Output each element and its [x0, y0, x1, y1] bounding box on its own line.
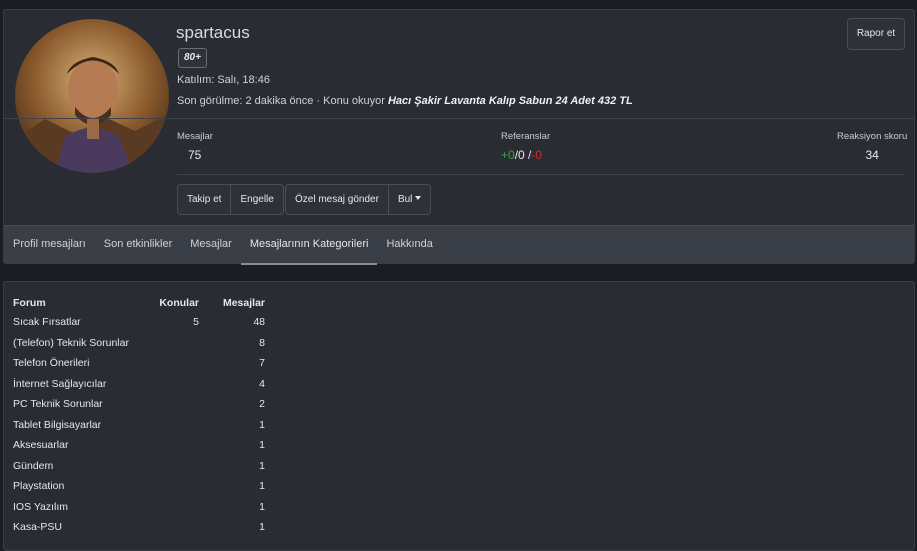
message-count: 48 — [253, 316, 265, 329]
thread-count — [150, 517, 199, 538]
tab-postings[interactable]: Mesajlar — [181, 226, 241, 263]
forum-name[interactable]: Kasa-PSU — [13, 517, 150, 538]
references-positive: +0 — [501, 148, 515, 162]
forum-stats-card: Forum Konular Mesajlar Sıcak Fırsatlar 5 4… — [3, 281, 915, 551]
chevron-down-icon — [415, 196, 422, 200]
follow-button[interactable]: Takip et — [178, 185, 230, 214]
table-header-row: Forum Konular Mesajlar — [13, 293, 265, 312]
forum-name[interactable]: İnternet Sağlayıcılar — [13, 374, 150, 395]
private-message-button[interactable]: Özel mesaj gönder — [286, 185, 388, 214]
divider — [177, 174, 905, 175]
stat-reaction-score: Reaksiyon skoru 34 — [837, 131, 907, 162]
message-count: 8 — [259, 336, 265, 349]
stat-references: Referanslar +0/0 /-0 — [501, 131, 550, 162]
forum-name[interactable]: Telefon Önerileri — [13, 353, 150, 374]
forum-name[interactable]: Sıcak Fırsatlar — [13, 312, 150, 333]
message-count: 1 — [259, 480, 265, 493]
find-label: Bul — [397, 194, 413, 205]
joined-date: Katılım: Salı, 18:46 — [177, 74, 270, 86]
divider — [4, 118, 914, 119]
tab-latest-activity[interactable]: Son etkinlikler — [95, 226, 181, 263]
table-row: Aksesuarlar 1 — [13, 435, 265, 456]
forum-name[interactable]: Gündem — [13, 456, 150, 477]
table-row: Playstation 1 — [13, 476, 265, 497]
block-button[interactable]: Engelle — [230, 185, 282, 214]
forum-stats-table: Forum Konular Mesajlar Sıcak Fırsatlar 5 4… — [13, 293, 265, 538]
tab-post-categories[interactable]: Mesajlarının Kategorileri — [240, 226, 378, 265]
thread-count — [150, 374, 199, 395]
table-row: IOS Yazılım 1 — [13, 497, 265, 518]
message-find-group: Özel mesaj gönder Bul — [285, 184, 432, 215]
message-count: 1 — [259, 459, 265, 472]
profile-tabs: Profil mesajları Son etkinlikler Mesajla… — [4, 225, 914, 265]
stat-messages: Mesajlar 75 — [177, 131, 213, 162]
thread-count — [150, 476, 199, 497]
avatar-image — [15, 19, 169, 173]
message-count: 1 — [259, 439, 265, 452]
column-header-threads: Konular — [159, 296, 199, 309]
forum-name[interactable]: Tablet Bilgisayarlar — [13, 415, 150, 436]
message-count: 2 — [259, 398, 265, 411]
table-row: (Telefon) Teknik Sorunlar 8 — [13, 333, 265, 354]
thread-count — [150, 394, 199, 415]
table-row: Kasa-PSU 1 — [13, 517, 265, 538]
thread-count — [150, 333, 199, 354]
find-dropdown-button[interactable]: Bul — [387, 185, 430, 214]
references-neutral: /0 / — [514, 148, 532, 162]
tab-profile-posts[interactable]: Profil mesajları — [4, 226, 95, 263]
message-count: 1 — [259, 500, 265, 513]
stat-reaction-value: 34 — [865, 148, 879, 162]
message-count: 1 — [259, 418, 265, 431]
table-row: Sıcak Fırsatlar 5 48 — [13, 312, 265, 333]
table-row: Tablet Bilgisayarlar 1 — [13, 415, 265, 436]
last-seen: Son görülme: 2 dakika önce · Konu okuyor… — [177, 95, 633, 107]
username[interactable]: spartacus — [176, 23, 250, 43]
follow-block-group: Takip et Engelle — [177, 184, 284, 215]
message-count: 7 — [259, 357, 265, 370]
thread-count — [150, 497, 199, 518]
forum-name[interactable]: Playstation — [13, 476, 150, 497]
user-rank-badge: 80+ — [178, 48, 207, 68]
forum-name[interactable]: (Telefon) Teknik Sorunlar — [13, 333, 150, 354]
table-row: Telefon Önerileri 7 — [13, 353, 265, 374]
message-count: 1 — [259, 521, 265, 534]
stat-reaction-label: Reaksiyon skoru — [837, 131, 908, 142]
stat-references-label: Referanslar — [501, 131, 551, 142]
last-seen-text: Son görülme: 2 dakika önce · Konu okuyor — [177, 95, 388, 107]
forum-name[interactable]: Aksesuarlar — [13, 435, 150, 456]
column-header-forum: Forum — [13, 296, 46, 309]
forum-name[interactable]: IOS Yazılım — [13, 497, 150, 518]
references-negative: -0 — [531, 148, 543, 162]
forum-name[interactable]: PC Teknik Sorunlar — [13, 394, 150, 415]
stat-references-value: +0/0 /-0 — [501, 148, 550, 162]
table-row: İnternet Sağlayıcılar 4 — [13, 374, 265, 395]
thread-count — [150, 435, 199, 456]
thread-count — [150, 353, 199, 374]
stat-messages-value[interactable]: 75 — [177, 148, 213, 162]
thread-count — [150, 456, 199, 477]
message-count: 4 — [259, 377, 265, 390]
thread-count — [150, 415, 199, 436]
tab-about[interactable]: Hakkında — [377, 226, 441, 263]
table-row: PC Teknik Sorunlar 2 — [13, 394, 265, 415]
table-row: Gündem 1 — [13, 456, 265, 477]
stat-messages-label: Mesajlar — [177, 131, 213, 142]
last-seen-topic-link[interactable]: Hacı Şakir Lavanta Kalıp Sabun 24 Adet 4… — [388, 95, 633, 107]
avatar[interactable] — [15, 19, 169, 173]
profile-card: spartacus 80+ Katılım: Salı, 18:46 Son g… — [3, 9, 915, 265]
thread-count: 5 — [193, 316, 199, 329]
report-button[interactable]: Rapor et — [847, 18, 905, 50]
column-header-messages: Mesajlar — [222, 296, 265, 309]
